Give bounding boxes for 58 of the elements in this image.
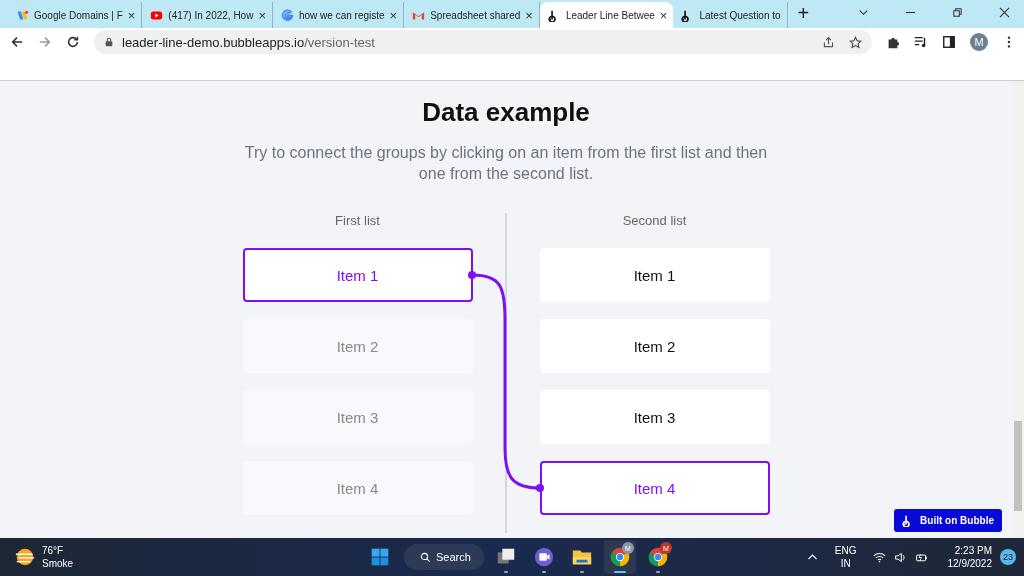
close-icon[interactable] (999, 7, 1010, 18)
share-icon[interactable] (822, 35, 835, 49)
list-item[interactable]: Item 3 (539, 390, 770, 444)
close-icon[interactable]: × (258, 7, 266, 23)
tab-title: Latest Question to (699, 9, 781, 21)
weather-icon[interactable] (14, 546, 36, 568)
side-panel-icon[interactable] (942, 35, 956, 49)
media-icon[interactable] (914, 35, 928, 49)
speaker-icon[interactable] (893, 550, 907, 564)
profile-avatar[interactable]: M (970, 33, 988, 51)
browser-tab[interactable]: Leader Line Betwee × (539, 2, 674, 28)
language-indicator[interactable]: ENG IN (834, 544, 857, 570)
search-icon (420, 551, 431, 563)
list-item[interactable]: Item 1 (242, 248, 473, 302)
close-icon[interactable]: × (525, 7, 533, 23)
list-item[interactable]: Item 1 (539, 248, 770, 302)
new-tab-button[interactable]: + (797, 2, 810, 25)
video-camera-icon (533, 546, 555, 568)
tab-title: (417) In 2022, How (168, 9, 254, 21)
lock-icon (104, 37, 114, 47)
tab-title: how we can registe (299, 9, 385, 21)
start-icon[interactable] (370, 547, 390, 567)
restore-icon[interactable] (952, 7, 963, 18)
clock[interactable]: 2:23 PM 12/9/2022 (947, 544, 992, 570)
play-icon (150, 8, 164, 22)
forward-icon[interactable] (38, 35, 52, 49)
tab-title: Leader Line Betwee (565, 9, 655, 21)
browser-icon (647, 546, 669, 568)
puzzle-icon[interactable] (886, 35, 900, 49)
close-icon[interactable]: × (659, 7, 668, 23)
weather-condition: Smoke (42, 557, 74, 570)
tab-title: Spreadsheet shared (430, 9, 521, 21)
list-item[interactable]: Item 3 (242, 390, 473, 444)
scrollbar[interactable] (1012, 81, 1024, 538)
domains-icon (16, 8, 29, 22)
list-item[interactable]: Item 2 (539, 319, 770, 373)
list-item[interactable]: Item 4 (539, 461, 770, 515)
url-host: leader-line-demo.bubbleapps.io (122, 34, 305, 50)
chevron-icon[interactable] (858, 7, 869, 18)
page-title: Data example (422, 97, 590, 128)
close-icon[interactable]: × (127, 7, 136, 23)
temperature: 76°F (42, 544, 65, 557)
notification-badge[interactable]: 23 (1000, 549, 1016, 565)
search-field[interactable]: Search (404, 544, 484, 570)
star-icon[interactable] (849, 35, 862, 49)
tab-title: Google Domains | F (34, 9, 123, 21)
reload-icon[interactable] (66, 35, 80, 49)
wifi-icon[interactable] (872, 550, 886, 564)
list-heading: Second list (621, 213, 688, 230)
built-on-bubble-button[interactable]: Built on Bubble (894, 509, 1002, 532)
browser-icon (609, 546, 631, 568)
close-icon[interactable]: × (389, 7, 398, 23)
page-subtitle: Try to connect the groups by clicking on an item from the first list and then one from the second list. (243, 143, 769, 184)
url-path: /version-test (304, 34, 375, 50)
g-logo-icon (281, 8, 294, 22)
list-heading: First list (334, 213, 381, 230)
address-field[interactable]: leader-line-demo.bubbleapps.io/version-test (94, 30, 872, 54)
back-icon[interactable] (10, 35, 24, 49)
